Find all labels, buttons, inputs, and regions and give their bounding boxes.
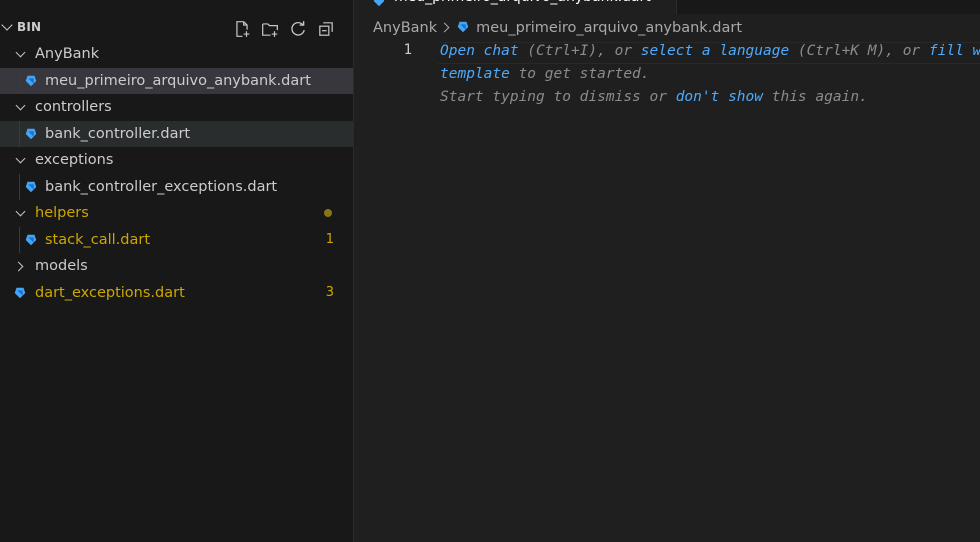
file-tree: AnyBank meu_primeiro_arquivo_anybank.dar… [0, 41, 353, 306]
template-link[interactable]: template [440, 66, 510, 82]
tree-file-dart-exceptions[interactable]: dart_exceptions.dart 3 [0, 280, 353, 307]
breadcrumb-folder[interactable]: AnyBank [373, 20, 437, 36]
hint-text: (Ctrl+I), or [518, 43, 641, 59]
tree-folder-helpers[interactable]: helpers [0, 200, 353, 227]
explorer-title: BIN [17, 20, 42, 34]
line-number: 1 [403, 42, 412, 58]
chevron-right-icon [439, 22, 450, 33]
problem-count-badge: 3 [325, 284, 334, 300]
refresh-icon[interactable] [287, 18, 309, 40]
indent-guide [19, 120, 20, 147]
hint-text: to get started. [509, 66, 650, 82]
tree-item-label: dart_exceptions.dart [35, 284, 185, 301]
hint-text: this again. [763, 89, 868, 105]
tree-file-stack-call[interactable]: stack_call.dart 1 [0, 226, 353, 253]
tree-item-label: models [35, 258, 88, 274]
hint-text: (Ctrl+K M), or [789, 43, 929, 59]
tree-file-meu-primeiro-arquivo[interactable]: meu_primeiro_arquivo_anybank.dart [0, 67, 353, 94]
dart-file-icon [25, 181, 37, 192]
tree-item-label: AnyBank [35, 46, 100, 62]
chevron-down-icon [15, 153, 26, 164]
select-language-link[interactable]: select a language [641, 43, 789, 59]
tree-folder-exceptions[interactable]: exceptions [0, 147, 353, 174]
collapse-all-icon[interactable] [315, 18, 337, 40]
tree-item-label: controllers [35, 99, 112, 115]
explorer-sidebar: BIN AnyBank meu_primeiro_arquivo_anybank… [0, 0, 354, 542]
problem-count-badge: 1 [325, 231, 334, 247]
indent-guide [19, 67, 20, 94]
new-folder-icon[interactable] [259, 18, 281, 40]
dart-file-icon [25, 75, 37, 86]
warning-dot-icon [324, 209, 332, 217]
tree-file-bank-controller[interactable]: bank_controller.dart [0, 120, 353, 147]
fill-with-link[interactable]: fill with [929, 43, 980, 59]
explorer-header[interactable]: BIN [0, 14, 353, 42]
tree-folder-models[interactable]: models [0, 253, 353, 280]
breadcrumb: AnyBank meu_primeiro_arquivo_anybank.dart [373, 16, 742, 40]
tree-item-label: stack_call.dart [45, 231, 151, 248]
tree-item-label: exceptions [35, 152, 114, 168]
chevron-down-icon [15, 100, 26, 111]
tree-item-label: bank_controller.dart [45, 125, 191, 142]
indent-guide [19, 226, 20, 253]
tree-folder-anybank[interactable]: AnyBank [0, 41, 353, 68]
chevron-down-icon[interactable] [1, 19, 13, 31]
tree-file-bank-controller-exceptions[interactable]: bank_controller_exceptions.dart [0, 173, 353, 200]
dart-file-icon [25, 234, 37, 245]
dart-file-icon [14, 287, 26, 298]
tab-meu-primeiro-arquivo[interactable]: meu_primeiro_arquivo_anybank.dart [354, 0, 677, 14]
indent-guide [19, 173, 20, 200]
dont-show-link[interactable]: don't show [676, 89, 763, 105]
chevron-down-icon [15, 47, 26, 58]
open-chat-link[interactable]: Open chat [440, 43, 519, 59]
tab-bar: meu_primeiro_arquivo_anybank.dart [354, 0, 980, 14]
empty-editor-hint: Open chat (Ctrl+I), or select a language… [440, 40, 980, 109]
hint-text: Start typing to dismiss or [440, 89, 676, 105]
tree-folder-controllers[interactable]: controllers [0, 94, 353, 121]
dart-file-icon [457, 21, 469, 33]
tab-label: meu_primeiro_arquivo_anybank.dart [394, 0, 651, 5]
code-editor[interactable]: 1 Open chat (Ctrl+I), or select a langua… [354, 40, 980, 542]
dart-file-icon [373, 0, 385, 7]
dart-file-icon [25, 128, 37, 139]
breadcrumb-file[interactable]: meu_primeiro_arquivo_anybank.dart [476, 20, 742, 36]
tree-item-label: helpers [35, 205, 89, 221]
tree-item-label: meu_primeiro_arquivo_anybank.dart [45, 72, 311, 89]
chevron-down-icon [15, 206, 26, 217]
chevron-right-icon [13, 261, 24, 272]
new-file-icon[interactable] [231, 18, 253, 40]
tree-item-label: bank_controller_exceptions.dart [45, 178, 278, 195]
